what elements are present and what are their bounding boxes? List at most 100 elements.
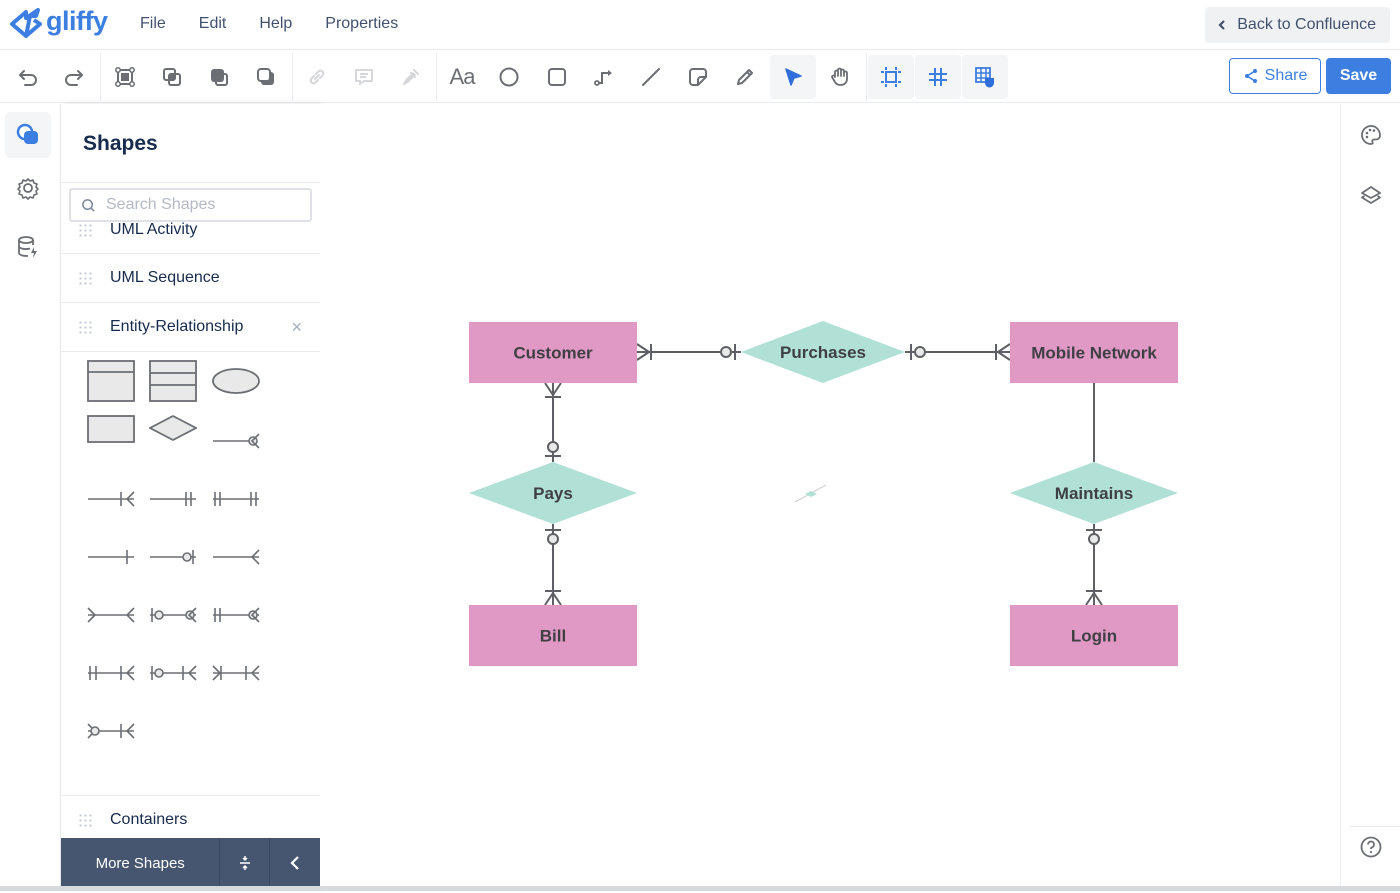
drag-handle-icon[interactable] [78,320,92,334]
er-shape-entity-with-header[interactable] [83,357,139,407]
menu-edit[interactable]: Edit [199,15,227,33]
er-shape-one-to-one-mandatory[interactable] [208,474,264,524]
connector-customer-purchases[interactable] [636,343,741,361]
shapes-panel: Shapes UML Activity UML Sequence Entity-… [61,104,320,888]
pencil-tool-button[interactable] [722,55,768,99]
snap-to-object-icon [881,67,901,87]
entity-customer[interactable]: Customer [469,322,637,383]
comment-button[interactable] [341,55,387,99]
help-icon [1360,836,1382,858]
drag-handle-icon[interactable] [78,271,92,285]
menu-file[interactable]: File [140,15,166,33]
entity-bill[interactable]: Bill [469,605,637,666]
share-label: Share [1264,67,1308,84]
er-shape-one-and-only-one[interactable] [145,474,201,524]
link-button[interactable] [294,55,340,99]
snap-to-grid-icon [975,67,994,88]
toolbar-divider [436,53,437,101]
menu-help[interactable]: Help [259,15,292,33]
er-shape-attribute-ellipse[interactable] [208,357,264,407]
undo-button[interactable] [5,55,51,99]
entity-mobile-network[interactable]: Mobile Network [1010,322,1178,383]
divider [61,351,320,352]
chevron-left-icon [1218,20,1226,30]
help-button[interactable] [1355,831,1387,863]
connector-icon [594,70,612,86]
snap-to-object-button[interactable] [868,55,914,99]
er-shape-one-to-one-or-many[interactable] [83,648,139,698]
select-tool-button[interactable] [770,55,816,99]
entity-label: Mobile Network [1031,344,1157,363]
er-shape-one[interactable] [83,532,139,582]
er-shape-many-to-one-or-many[interactable] [208,648,264,698]
er-shape-entity-with-attributes[interactable] [145,357,201,407]
entity-with-attributes-icon [149,360,197,402]
layers-button[interactable] [1355,179,1387,211]
note-tool-button[interactable] [675,55,721,99]
er-shape-zero-or-one[interactable] [145,532,201,582]
send-to-back-button[interactable] [243,55,289,99]
er-shape-zero-or-one-to-one-or-many[interactable] [145,648,201,698]
relationship-pays[interactable]: Pays [469,462,637,524]
library-containers[interactable]: Containers [61,796,320,844]
relationship-maintains[interactable]: Maintains [1010,462,1178,524]
er-shape-entity-rectangle[interactable] [83,404,139,454]
ellipse-tool-button[interactable] [486,55,532,99]
search-shapes-box [69,188,312,222]
diagram-canvas[interactable]: Customer Mobile Network Bill Login Purchases… [320,104,1340,888]
one-or-many-icon [88,491,135,507]
text-tool-button[interactable]: Aa [439,55,485,99]
rectangle-tool-button[interactable] [534,55,580,99]
line-tool-button[interactable] [628,55,674,99]
connector-purchases-mobile_network[interactable] [905,343,1011,361]
drag-handle-icon[interactable] [78,223,92,237]
drag-handle-icon[interactable] [78,813,92,827]
er-shape-zero-or-one-to-zero-or-many[interactable] [145,590,201,640]
save-button[interactable]: Save [1326,58,1391,94]
bring-to-front-button[interactable] [196,55,242,99]
er-shape-one-or-many[interactable] [83,474,139,524]
connector-pays-bill[interactable] [544,524,562,606]
theme-button[interactable] [1355,119,1387,151]
snap-to-grid-button[interactable] [962,55,1008,99]
search-shapes-input[interactable] [106,196,296,214]
close-library-icon[interactable]: × [291,317,302,338]
data-rail-button[interactable] [5,224,51,270]
menu-properties[interactable]: Properties [325,15,398,33]
pan-tool-button[interactable] [817,55,863,99]
shapes-rail-button[interactable] [5,112,51,158]
collapse-all-button[interactable] [220,838,271,888]
redo-button[interactable] [51,55,97,99]
bring-forward-button[interactable] [149,55,195,99]
er-shape-one-to-zero-or-many[interactable] [208,590,264,640]
hide-panel-button[interactable] [270,838,320,888]
left-rail [0,104,61,891]
share-button[interactable]: Share [1229,58,1321,94]
window-bottom-edge [0,886,1400,891]
more-shapes-button[interactable]: More Shapes [61,838,221,888]
connector-customer-pays[interactable] [544,382,562,462]
entity-login[interactable]: Login [1010,605,1178,666]
er-shape-zero-or-many-to-one-or-many[interactable] [83,706,139,756]
zero-or-many-to-one-or-many-icon [87,723,135,739]
group-button[interactable] [102,55,148,99]
connector-tool-button[interactable] [581,55,627,99]
er-shape-many-to-many[interactable] [83,590,139,640]
library-entity-relationship[interactable]: Entity-Relationship × [61,303,320,351]
tiny-relationship-shape[interactable] [794,484,827,503]
library-uml-sequence[interactable]: UML Sequence [61,254,320,302]
back-to-confluence-button[interactable]: Back to Confluence [1205,7,1390,43]
one-or-many-end-icon [544,590,562,606]
line-icon [642,68,660,86]
style-picker-button[interactable] [388,55,434,99]
er-shape-relationship-diamond[interactable] [145,404,201,454]
pencil-icon [737,69,753,85]
grid-button[interactable] [915,55,961,99]
er-shape-many[interactable] [208,532,264,582]
relationship-purchases[interactable]: Purchases [741,321,905,383]
er-shape-zero-or-many[interactable] [208,416,264,466]
connector-maintains-login[interactable] [1085,524,1103,606]
gliffy-logo[interactable]: gliffy [10,6,108,40]
settings-rail-button[interactable] [5,166,51,212]
er-diagram: Customer Mobile Network Bill Login Purchases… [469,321,1178,666]
